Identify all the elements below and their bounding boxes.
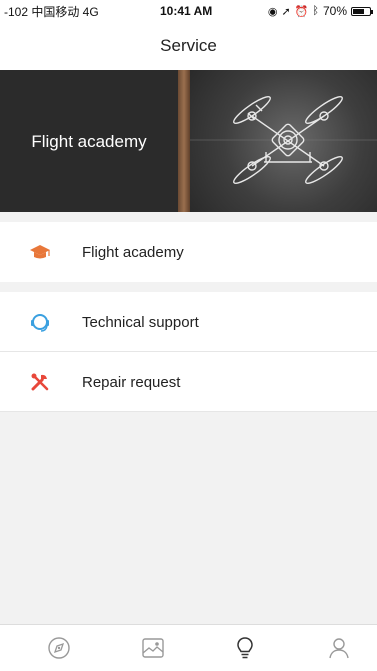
compass-tab[interactable] — [46, 635, 72, 661]
technical-support-row[interactable]: Technical support — [0, 292, 377, 352]
headset-icon — [29, 311, 51, 333]
image-icon — [142, 638, 164, 658]
clock: 10:41 AM — [160, 4, 213, 18]
flight-academy-banner[interactable]: Flight academy — [0, 70, 377, 212]
profile-tab[interactable] — [326, 635, 352, 661]
location-arrow-icon: ➚ — [281, 5, 291, 18]
battery-percent: 70% — [322, 4, 347, 18]
alarm-icon: ⏰ — [294, 5, 309, 18]
drone-image — [190, 70, 377, 212]
service-tab[interactable] — [232, 635, 258, 661]
nav-bar: Service — [0, 22, 377, 70]
technical-support-label: Technical support — [82, 313, 199, 331]
banner-title: Flight academy — [31, 132, 147, 151]
row-divider — [0, 411, 377, 412]
battery-icon — [351, 6, 373, 16]
menu-section-academy: Flight academy — [0, 222, 377, 282]
compass-icon — [48, 637, 70, 659]
repair-request-label: Repair request — [82, 373, 181, 391]
graduation-cap-icon — [29, 241, 51, 263]
status-icons: ◉ ➚ ⏰ ᛒ 70% — [267, 4, 373, 18]
page-title: Service — [160, 36, 217, 55]
bluetooth-icon: ᛒ — [312, 5, 319, 17]
tab-bar — [0, 624, 377, 671]
tools-icon — [29, 371, 51, 393]
user-icon — [329, 638, 349, 659]
banner-text-panel: Flight academy — [0, 70, 178, 212]
gallery-tab[interactable] — [140, 635, 166, 661]
status-bar: -102 中国移动 4G 10:41 AM ◉ ➚ ⏰ ᛒ 70% — [0, 0, 377, 22]
location-lock-icon: ◉ — [267, 5, 278, 18]
flight-academy-label: Flight academy — [82, 243, 184, 261]
menu-section-support: Technical support Repair request — [0, 292, 377, 412]
lightbulb-icon — [237, 637, 253, 659]
flight-academy-row[interactable]: Flight academy — [0, 222, 377, 282]
repair-request-row[interactable]: Repair request — [0, 352, 377, 412]
banner-wood-strip — [178, 70, 190, 212]
drone-icon — [190, 96, 377, 184]
